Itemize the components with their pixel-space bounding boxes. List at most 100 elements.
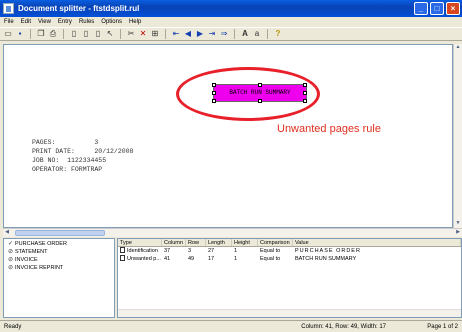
resize-handle[interactable] <box>303 91 307 95</box>
resize-handle[interactable] <box>212 83 216 87</box>
scroll-thumb[interactable] <box>15 230 105 236</box>
maximize-button[interactable]: □ <box>430 2 444 15</box>
column-header-height[interactable]: Height <box>232 239 258 246</box>
rule-icon <box>120 247 125 253</box>
resize-handle[interactable] <box>258 99 262 103</box>
cell-length: 27 <box>208 248 215 254</box>
close-button[interactable]: × <box>446 2 460 15</box>
column-header-length[interactable]: Length <box>206 239 232 246</box>
cell-height: 1 <box>234 248 238 254</box>
tree-item-label: INVOICE REPRINT <box>15 264 64 271</box>
page2-icon[interactable]: ▯ <box>81 29 91 39</box>
document-preview[interactable]: BATCH RUN SUMMARY Unwanted pages rule PA… <box>3 44 453 228</box>
table-row[interactable]: Identification 37 3 27 1 Equal to PURCHA… <box>118 247 461 255</box>
annotation-label: Unwanted pages rule <box>277 123 381 135</box>
tree-item-label: STATEMENT <box>15 248 48 255</box>
disabled-icon: ⊘ <box>8 265 14 271</box>
tree-item-invoice-reprint[interactable]: ⊘ INVOICE REPRINT <box>8 264 114 272</box>
menu-options[interactable]: Options <box>101 19 122 25</box>
menu-bar: File Edit View Entry Rules Options Help <box>0 17 462 27</box>
page-icon[interactable]: ▯ <box>69 29 79 39</box>
column-header-row[interactable]: Row <box>186 239 206 246</box>
record-line: JOB NO: 1122334455 <box>32 157 107 164</box>
column-header-type[interactable]: Type <box>118 239 162 246</box>
cell-comparison: Equal to <box>260 256 281 262</box>
resize-handle[interactable] <box>303 83 307 87</box>
check-icon: ✓ <box>8 241 14 247</box>
disabled-icon: ⊘ <box>8 257 14 263</box>
minimize-button[interactable]: _ <box>414 2 428 15</box>
toolbar: ▭ ▪ ❐ ⎙ ▯ ▯ ▯ ↖ ✂ ✕ ⊞ ⇤ ◀ ▶ ⇥ ⇒ A a ? <box>0 27 462 41</box>
fast-forward-icon[interactable]: ⇒ <box>219 29 229 39</box>
save-icon[interactable]: ▪ <box>15 29 25 39</box>
scroll-left-icon[interactable]: ◀ <box>3 229 11 237</box>
disabled-icon: ⊘ <box>8 249 14 255</box>
tree-item-purchase-order[interactable]: ✓ PURCHASE ORDER <box>8 240 114 248</box>
scroll-right-icon[interactable]: ▶ <box>454 229 462 237</box>
menu-file[interactable]: File <box>4 19 14 25</box>
menu-view[interactable]: View <box>38 19 51 25</box>
resize-handle[interactable] <box>303 99 307 103</box>
delete-icon[interactable]: ✕ <box>138 29 148 39</box>
cell-comparison: Equal to <box>260 248 281 254</box>
vertical-scrollbar[interactable]: ▲ ▼ <box>453 44 462 228</box>
menu-edit[interactable]: Edit <box>21 19 31 25</box>
cell-type: Identification <box>118 247 162 255</box>
grid-icon[interactable]: ⊞ <box>150 29 160 39</box>
status-bar: Ready Column: 41, Row: 49, Width: 17 Pag… <box>0 320 462 332</box>
print-icon[interactable]: ⎙ <box>48 29 58 39</box>
column-header-value[interactable]: Value <box>293 239 461 246</box>
record-line: OPERATOR: FORMTRAP <box>32 166 103 173</box>
table-horizontal-scrollbar[interactable] <box>118 309 461 317</box>
tree-item-invoice[interactable]: ⊘ INVOICE <box>8 256 114 264</box>
cell-length: 17 <box>208 256 215 262</box>
tree-item-statement[interactable]: ⊘ STATEMENT <box>8 248 114 256</box>
cell-value: PURCHASE ORDER <box>295 248 361 254</box>
record-line: PAGES: 3 <box>32 139 99 146</box>
status-text: Ready <box>4 323 22 330</box>
cell-value: BATCH RUN SUMMARY <box>295 256 357 262</box>
cursor-position: Column: 41, Row: 49, Width: 17 <box>301 323 386 330</box>
tree-item-label: INVOICE <box>15 256 38 263</box>
menu-entry[interactable]: Entry <box>58 19 72 25</box>
copy-icon[interactable]: ❐ <box>36 29 46 39</box>
cut-icon[interactable]: ✂ <box>126 29 136 39</box>
next-icon[interactable]: ▶ <box>195 29 205 39</box>
resize-handle[interactable] <box>212 91 216 95</box>
table-row[interactable]: Unwanted p... 41 49 17 1 Equal to BATCH … <box>118 255 461 263</box>
tree-item-label: PURCHASE ORDER <box>15 240 67 247</box>
help-icon[interactable]: ? <box>273 29 283 39</box>
prev-icon[interactable]: ◀ <box>183 29 193 39</box>
scroll-up-icon[interactable]: ▲ <box>454 44 462 52</box>
document-type-tree: ✓ PURCHASE ORDER ⊘ STATEMENT ⊘ INVOICE ⊘… <box>3 238 115 318</box>
menu-rules[interactable]: Rules <box>79 19 94 25</box>
app-icon <box>3 3 14 14</box>
cell-height: 1 <box>234 256 238 262</box>
cell-type: Unwanted p... <box>118 255 162 263</box>
scroll-down-icon[interactable]: ▼ <box>454 220 462 228</box>
column-header-column[interactable]: Column <box>162 239 186 246</box>
font-larger-icon[interactable]: A <box>240 29 250 39</box>
pointer-icon[interactable]: ↖ <box>105 29 115 39</box>
column-header-comparison[interactable]: Comparison <box>258 239 293 246</box>
page-indicator: Page 1 of 2 <box>427 323 458 330</box>
rule-icon <box>120 255 125 261</box>
cell-row: 3 <box>188 248 192 254</box>
resize-handle[interactable] <box>212 99 216 103</box>
rules-table: Type Column Row Length Height Comparison… <box>117 238 462 318</box>
record-line: PRINT DATE: 20/12/2008 <box>32 148 134 155</box>
cell-column: 37 <box>164 248 171 254</box>
table-header: Type Column Row Length Height Comparison… <box>118 239 461 247</box>
title-bar: Document splitter - ftstdsplit.rul _ □ × <box>0 0 462 17</box>
resize-handle[interactable] <box>258 83 262 87</box>
window-title: Document splitter - ftstdsplit.rul <box>18 4 140 13</box>
horizontal-scrollbar[interactable]: ◀ ▶ <box>3 228 462 237</box>
cell-column: 41 <box>164 256 171 262</box>
first-icon[interactable]: ⇤ <box>171 29 181 39</box>
cell-row: 49 <box>188 256 195 262</box>
font-smaller-icon[interactable]: a <box>252 29 262 39</box>
last-icon[interactable]: ⇥ <box>207 29 217 39</box>
new-icon[interactable]: ▭ <box>3 29 13 39</box>
page3-icon[interactable]: ▯ <box>93 29 103 39</box>
menu-help[interactable]: Help <box>129 19 141 25</box>
